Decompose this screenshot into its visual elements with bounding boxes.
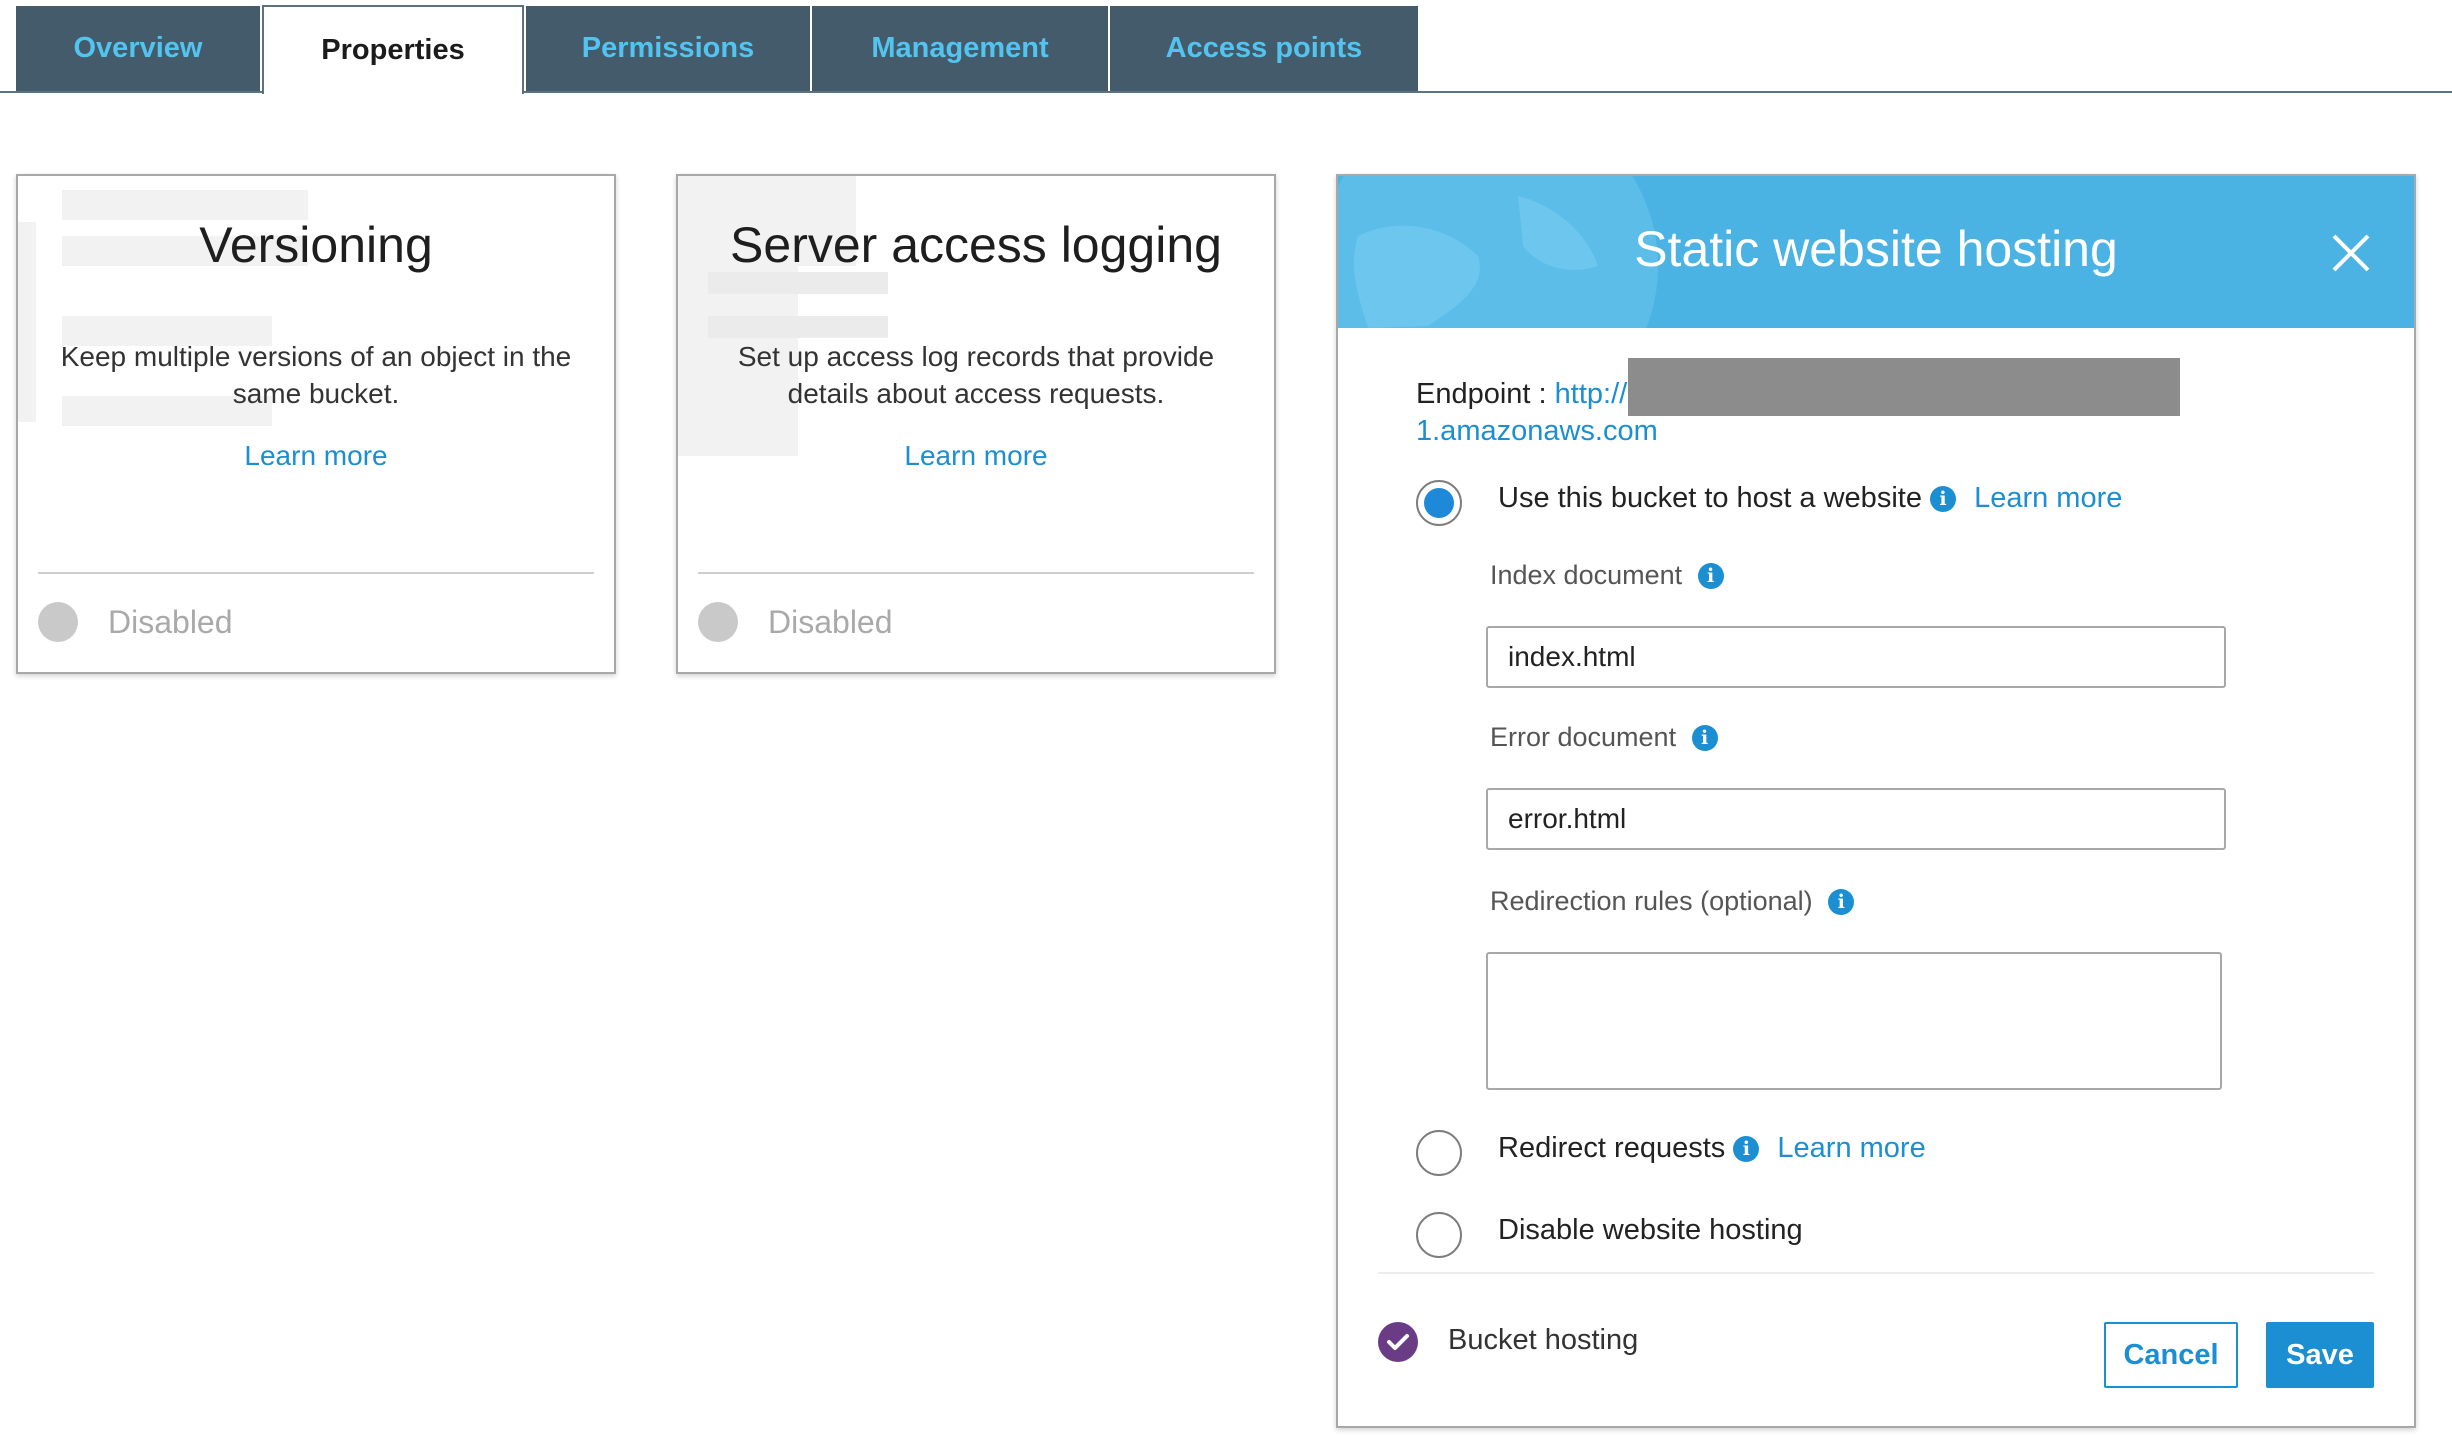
learn-more-link[interactable]: Learn more	[18, 440, 614, 472]
panel-title: Static website hosting	[1634, 221, 2118, 277]
close-icon[interactable]	[2326, 228, 2376, 278]
host-website-label: Use this bucket to host a website	[1498, 482, 1922, 514]
versioning-card[interactable]: Versioning Keep multiple versions of an …	[16, 174, 616, 674]
card-divider	[698, 572, 1254, 574]
tab-permissions[interactable]: Permissions	[526, 6, 810, 91]
watermark-shape	[708, 316, 888, 338]
redirection-rules-textarea[interactable]	[1486, 952, 2222, 1090]
endpoint-label: Endpoint :	[1416, 378, 1547, 410]
tab-properties[interactable]: Properties	[262, 5, 524, 94]
info-icon[interactable]: i	[1930, 486, 1957, 512]
host-website-option: Use this bucket to host a website i Lear…	[1498, 482, 2122, 515]
info-icon[interactable]: i	[1697, 563, 1724, 589]
redirect-requests-label: Redirect requests	[1498, 1132, 1726, 1164]
redirect-requests-option: Redirect requests i Learn more	[1498, 1132, 1926, 1165]
status-text: Disabled	[768, 604, 893, 640]
learn-more-link[interactable]: Learn more	[1974, 482, 2122, 514]
learn-more-link[interactable]: Learn more	[678, 440, 1274, 472]
redacted-block	[1628, 358, 2180, 416]
host-website-radio[interactable]	[1416, 480, 1462, 526]
server-access-logging-card[interactable]: Server access logging Set up access log …	[676, 174, 1276, 674]
card-description: Set up access log records that provide d…	[737, 341, 1215, 409]
tab-overview[interactable]: Overview	[16, 6, 260, 91]
endpoint-text: Endpoint : http:// 1.amazonaws.com	[1416, 376, 1658, 450]
endpoint-link[interactable]: http://	[1555, 378, 1628, 410]
status-indicator-icon	[38, 602, 78, 642]
index-document-input[interactable]	[1486, 626, 2226, 688]
card-title: Versioning	[199, 217, 433, 273]
info-icon[interactable]: i	[1733, 1136, 1760, 1162]
footer-divider	[1378, 1272, 2374, 1274]
card-title: Server access logging	[730, 217, 1222, 273]
endpoint-link-suffix[interactable]: 1.amazonaws.com	[1416, 415, 1658, 447]
info-icon[interactable]: i	[1828, 889, 1855, 915]
cancel-button[interactable]: Cancel	[2104, 1322, 2238, 1388]
tab-bar: Overview Properties Permissions Manageme…	[0, 0, 2452, 94]
error-document-input[interactable]	[1486, 788, 2226, 850]
disable-hosting-radio[interactable]	[1416, 1212, 1462, 1258]
error-document-label-text: Error document	[1490, 722, 1677, 752]
card-divider	[38, 572, 594, 574]
index-document-label: Index document i	[1490, 560, 1724, 591]
panel-header: Static website hosting	[1338, 176, 2414, 328]
save-button[interactable]: Save	[2266, 1322, 2374, 1388]
check-icon	[1378, 1322, 1418, 1362]
tab-access-points[interactable]: Access points	[1110, 6, 1418, 91]
redirection-rules-label-text: Redirection rules (optional)	[1490, 886, 1813, 916]
error-document-label: Error document i	[1490, 722, 1718, 753]
info-icon[interactable]: i	[1691, 725, 1718, 751]
redirection-rules-label: Redirection rules (optional) i	[1490, 886, 1855, 917]
status-indicator-icon	[698, 602, 738, 642]
index-document-label-text: Index document	[1490, 560, 1683, 590]
card-description: Keep multiple versions of an object in t…	[60, 341, 572, 409]
learn-more-link[interactable]: Learn more	[1777, 1132, 1925, 1164]
redirect-requests-radio[interactable]	[1416, 1130, 1462, 1176]
watermark-shape	[708, 272, 888, 294]
status-text: Disabled	[108, 604, 233, 640]
static-website-hosting-panel: Static website hosting Endpoint : http:/…	[1336, 174, 2416, 1428]
bucket-hosting-label: Bucket hosting	[1448, 1324, 1639, 1356]
tab-management[interactable]: Management	[812, 6, 1108, 91]
disable-hosting-label: Disable website hosting	[1498, 1214, 1803, 1246]
